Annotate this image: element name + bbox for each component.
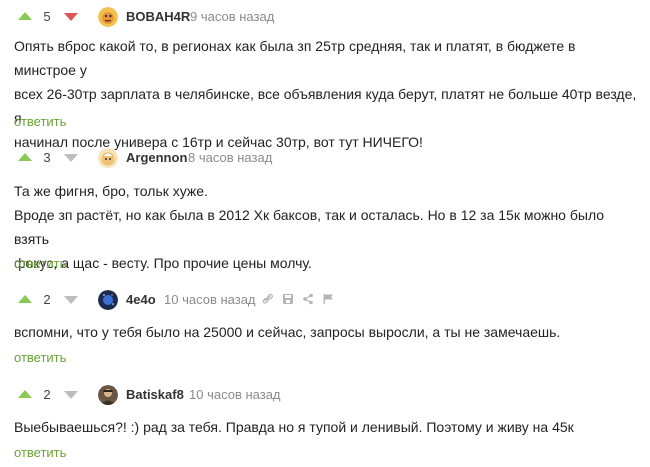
- comment-time: 8 часов назад: [188, 150, 273, 165]
- avatar[interactable]: [98, 148, 118, 168]
- downvote-arrow-icon[interactable]: [64, 154, 78, 162]
- comment-line: Та же фигня, бро, тольк хуже.: [14, 183, 208, 199]
- upvote-arrow-icon[interactable]: [18, 153, 32, 161]
- comment: 3 Argennon 8 часов назад Та же фигня, бр…: [0, 141, 650, 271]
- comment-header: 3 Argennon 8 часов назад: [0, 141, 650, 173]
- comment-score: 5: [43, 9, 51, 24]
- comment-line: Вроде зп растёт, но как была в 2012 Хк б…: [14, 207, 605, 247]
- comment-time: 10 часов назад: [164, 292, 256, 307]
- comment-header: 2 4e4o 10 часов назад: [0, 283, 650, 315]
- upvote-arrow-icon[interactable]: [18, 390, 32, 398]
- reply-link[interactable]: ответить: [14, 256, 66, 271]
- comment-line: Выебываешься?! :) рад за тебя. Правда но…: [14, 419, 574, 435]
- comment-line: фокус, а щас - весту. Про прочие цены мо…: [14, 255, 312, 271]
- reply-link[interactable]: ответить: [14, 445, 66, 460]
- comment-line: всех 26-30тр зарплата в челябинске, все …: [14, 86, 637, 126]
- avatar[interactable]: [98, 7, 118, 27]
- comment-score: 2: [43, 387, 51, 402]
- downvote-arrow-icon[interactable]: [64, 296, 78, 304]
- comment-text: вспомни, что у тебя было на 25000 и сейч…: [14, 320, 640, 344]
- upvote-arrow-icon[interactable]: [18, 295, 32, 303]
- comment-header: 2 Batiskaf8 10 часов назад: [0, 378, 650, 410]
- avatar[interactable]: [98, 290, 118, 310]
- author-name[interactable]: Batiskaf8: [126, 387, 184, 402]
- comment-text: Опять вброс какой то, в регионах как был…: [14, 34, 640, 154]
- author-name[interactable]: Argennon: [126, 150, 187, 165]
- reply-link[interactable]: ответить: [14, 350, 66, 365]
- comment-line: вспомни, что у тебя было на 25000 и сейч…: [14, 324, 561, 340]
- comment-line: Опять вброс какой то, в регионах как был…: [14, 38, 576, 78]
- comment-text: Та же фигня, бро, тольк хуже. Вроде зп р…: [14, 179, 640, 275]
- share-icon[interactable]: [302, 292, 314, 306]
- downvote-arrow-icon[interactable]: [64, 13, 78, 21]
- comment-time: 10 часов назад: [189, 387, 281, 402]
- upvote-arrow-icon[interactable]: [18, 12, 32, 20]
- flag-icon[interactable]: [322, 292, 334, 306]
- save-icon[interactable]: [282, 292, 294, 306]
- comment: 2 Batiskaf8 10 часов назад Выебываешься?…: [0, 378, 650, 460]
- downvote-arrow-icon[interactable]: [64, 391, 78, 399]
- comment-text: Выебываешься?! :) рад за тебя. Правда но…: [14, 415, 640, 439]
- link-icon[interactable]: [262, 292, 274, 306]
- comment-header: 5 BOBAH4R 9 часов назад: [0, 0, 650, 32]
- reply-link[interactable]: ответить: [14, 114, 66, 129]
- comment-score: 2: [43, 292, 51, 307]
- comment: 5 BOBAH4R 9 часов назад Опять вброс како…: [0, 0, 650, 150]
- author-name[interactable]: BOBAH4R: [126, 9, 190, 24]
- comment: 2 4e4o 10 часов назад вспомни, что у теб…: [0, 283, 650, 365]
- avatar[interactable]: [98, 385, 118, 405]
- comment-time: 9 часов назад: [190, 9, 275, 24]
- comment-score: 3: [43, 150, 51, 165]
- author-name[interactable]: 4e4o: [126, 292, 156, 307]
